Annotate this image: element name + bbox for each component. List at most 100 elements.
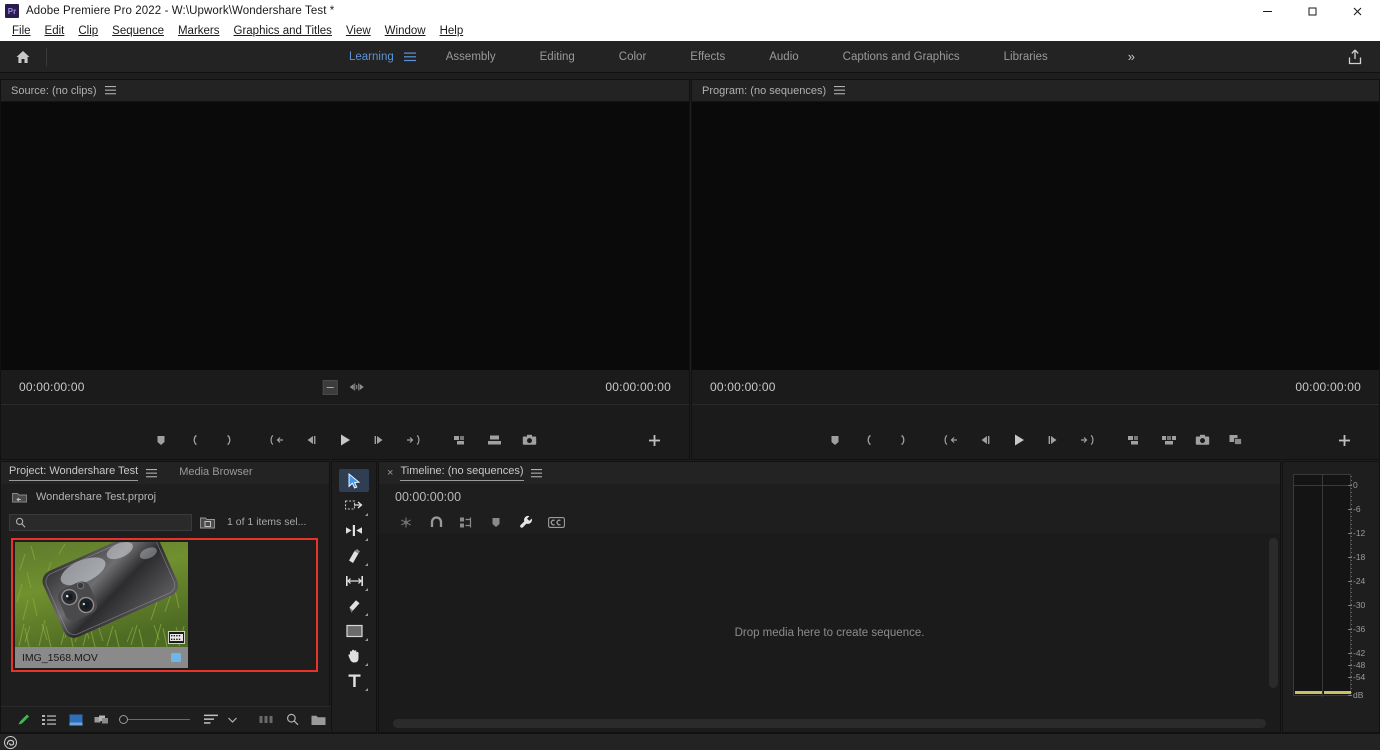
freeform-view-button[interactable] — [89, 709, 115, 731]
track-select-forward-tool[interactable] — [339, 494, 369, 517]
search-input-wrapper[interactable] — [9, 513, 192, 531]
ripple-edit-tool[interactable] — [339, 519, 369, 542]
mark-out-button[interactable] — [212, 426, 246, 454]
find-button[interactable] — [279, 709, 305, 731]
audio-meters[interactable]: 0 -6 -12 -18 -24 -30 -36 -42 -48 -54 dB — [1283, 462, 1380, 707]
mark-out-button[interactable] — [886, 426, 920, 454]
panel-menu-icon[interactable] — [104, 86, 116, 95]
button-editor-button[interactable] — [1327, 426, 1361, 454]
comparison-view-button[interactable] — [1220, 426, 1254, 454]
parent-bin-icon[interactable] — [12, 491, 27, 503]
rectangle-tool[interactable] — [339, 619, 369, 642]
slip-tool[interactable] — [339, 569, 369, 592]
export-frame-button[interactable] — [1186, 426, 1220, 454]
linked-selection-button[interactable] — [451, 512, 481, 533]
timeline-drop-area[interactable]: Drop media here to create sequence. — [379, 534, 1280, 732]
tab-color[interactable]: Color — [597, 41, 668, 73]
closed-captions-button[interactable] — [541, 512, 571, 533]
creative-cloud-icon[interactable] — [4, 735, 17, 749]
pen-tool[interactable] — [339, 594, 369, 617]
export-frame-button[interactable] — [512, 426, 546, 454]
tab-captions-and-graphics[interactable]: Captions and Graphics — [821, 41, 982, 73]
menu-sequence[interactable]: Sequence — [105, 23, 171, 40]
new-bin-button[interactable] — [305, 709, 331, 731]
timeline-vertical-scrollbar[interactable] — [1269, 538, 1278, 688]
search-input[interactable] — [30, 516, 180, 528]
button-editor-button[interactable] — [637, 426, 671, 454]
source-duration-timecode[interactable]: 00:00:00:00 — [605, 380, 671, 394]
menu-edit[interactable]: Edit — [38, 23, 72, 40]
program-playhead-timecode[interactable]: 00:00:00:00 — [710, 380, 776, 394]
minimize-button[interactable] — [1245, 0, 1290, 22]
program-scrub-bar[interactable] — [692, 404, 1379, 422]
panel-menu-icon[interactable] — [834, 86, 846, 95]
insert-overwrite-indicator-button[interactable] — [391, 512, 421, 533]
tab-effects[interactable]: Effects — [668, 41, 747, 73]
close-button[interactable] — [1335, 0, 1380, 22]
clip-thumbnail[interactable] — [15, 542, 188, 647]
menu-view[interactable]: View — [339, 23, 378, 40]
insert-button[interactable] — [444, 426, 478, 454]
tab-assembly[interactable]: Assembly — [424, 41, 518, 73]
zoom-slider-knob[interactable] — [118, 715, 128, 724]
menu-graphics-and-titles[interactable]: Graphics and Titles — [227, 23, 339, 40]
panel-menu-icon[interactable] — [530, 468, 542, 478]
timeline-horizontal-scrollbar[interactable] — [393, 719, 1266, 728]
tab-timeline[interactable]: Timeline: (no sequences) — [400, 465, 524, 481]
maximize-button[interactable] — [1290, 0, 1335, 22]
go-to-out-button[interactable] — [1070, 426, 1104, 454]
selection-tool[interactable] — [339, 469, 369, 492]
extract-button[interactable] — [1152, 426, 1186, 454]
snap-magnet-button[interactable] — [421, 512, 451, 533]
thumbnail-zoom-slider[interactable] — [118, 715, 190, 724]
new-bin-icon[interactable] — [200, 516, 215, 529]
program-duration-timecode[interactable]: 00:00:00:00 — [1295, 380, 1361, 394]
menu-clip[interactable]: Clip — [71, 23, 105, 40]
fit-to-width-icon[interactable] — [349, 382, 365, 392]
razor-tool[interactable] — [339, 544, 369, 567]
add-marker-button[interactable] — [144, 426, 178, 454]
sort-icon-button[interactable] — [198, 709, 224, 731]
close-icon[interactable]: × — [387, 467, 393, 479]
mark-in-button[interactable] — [178, 426, 212, 454]
freeform-pen-tool-button[interactable] — [11, 709, 37, 731]
overwrite-button[interactable] — [478, 426, 512, 454]
go-to-out-button[interactable] — [396, 426, 430, 454]
zoom-slider-track[interactable] — [127, 719, 190, 720]
step-back-button[interactable] — [968, 426, 1002, 454]
tab-libraries[interactable]: Libraries — [982, 41, 1070, 73]
play-stop-button[interactable] — [1002, 426, 1036, 454]
play-stop-button[interactable] — [328, 426, 362, 454]
share-export-icon[interactable] — [1346, 48, 1364, 66]
automate-to-sequence-button[interactable] — [253, 709, 279, 731]
project-bin-area[interactable]: IMG_1568.MOV — [1, 534, 329, 684]
tab-media-browser[interactable]: Media Browser — [179, 466, 252, 481]
hand-tool[interactable] — [339, 644, 369, 667]
menu-markers[interactable]: Markers — [171, 23, 227, 40]
add-marker-button[interactable] — [481, 512, 511, 533]
tab-audio[interactable]: Audio — [747, 41, 820, 73]
go-to-in-button[interactable] — [260, 426, 294, 454]
audio-meter-track[interactable] — [1293, 474, 1352, 697]
list-view-button[interactable] — [37, 709, 63, 731]
tab-project[interactable]: Project: Wondershare Test — [9, 465, 139, 481]
zoom-level-dropdown[interactable] — [322, 379, 338, 395]
timeline-timecode[interactable]: 00:00:00:00 — [395, 490, 461, 504]
chevron-down-icon[interactable] — [224, 709, 241, 731]
source-monitor-canvas[interactable] — [1, 102, 689, 370]
go-to-in-button[interactable] — [934, 426, 968, 454]
source-monitor-title[interactable]: Source: (no clips) — [11, 85, 97, 97]
program-monitor-title[interactable]: Program: (no sequences) — [702, 85, 826, 97]
workspace-overflow-chevron[interactable]: » — [1112, 41, 1151, 73]
panel-menu-icon[interactable] — [146, 468, 158, 478]
project-file-name[interactable]: Wondershare Test.prproj — [36, 491, 156, 503]
tab-editing[interactable]: Editing — [518, 41, 597, 73]
tab-learning[interactable]: Learning — [327, 41, 416, 73]
menu-window[interactable]: Window — [378, 23, 433, 40]
list-item[interactable]: IMG_1568.MOV — [15, 542, 188, 668]
step-back-button[interactable] — [294, 426, 328, 454]
source-scrub-bar[interactable] — [1, 404, 689, 422]
lift-button[interactable] — [1118, 426, 1152, 454]
program-monitor-canvas[interactable] — [692, 102, 1379, 370]
step-forward-button[interactable] — [362, 426, 396, 454]
